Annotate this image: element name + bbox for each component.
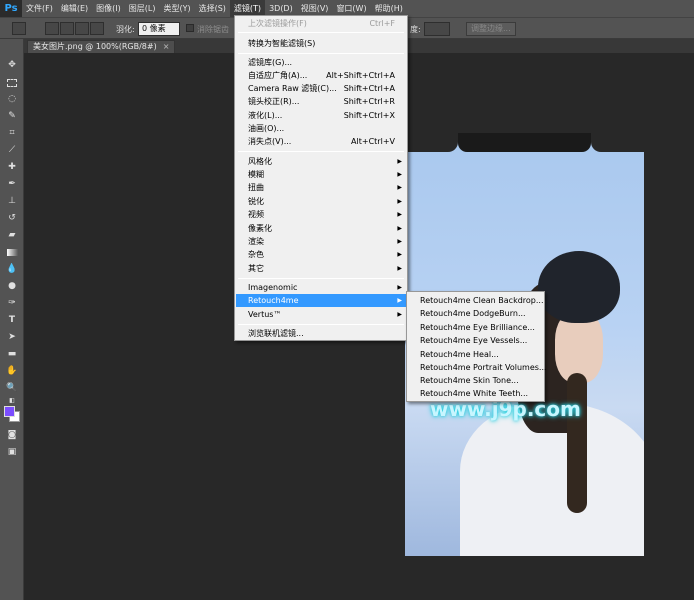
submenu-arrow-icon: ▶ <box>397 297 402 304</box>
brush-tool-icon[interactable]: ✒ <box>5 178 19 191</box>
submenu-arrow-icon: ▶ <box>397 171 402 178</box>
menu-item-distort[interactable]: 扭曲 ▶ <box>236 181 406 194</box>
hand-tool-icon[interactable]: ✋ <box>5 365 19 378</box>
submenu-arrow-icon: ▶ <box>397 311 402 318</box>
add-selection-icon[interactable] <box>60 22 74 35</box>
retouch4me-submenu: Retouch4me Clean Backdrop... Retouch4me … <box>406 291 547 402</box>
gradient-tool-icon[interactable] <box>5 246 19 259</box>
submenu-arrow-icon: ▶ <box>397 251 402 258</box>
healing-brush-tool-icon[interactable]: ✚ <box>5 161 19 174</box>
submenu-item-portrait-volumes[interactable]: Retouch4me Portrait Volumes... <box>408 361 547 374</box>
menu-file[interactable]: 文件(F) <box>22 0 57 17</box>
menu-select[interactable]: 选择(S) <box>195 0 230 17</box>
document-tab-title: 美女图片.png @ 100%(RGB/8#) <box>33 42 157 51</box>
image-braid <box>567 373 587 513</box>
menu-separator <box>238 324 404 325</box>
marquee-preset-icon[interactable] <box>12 22 26 35</box>
path-select-tool-icon[interactable]: ➤ <box>5 331 19 344</box>
rectangle-tool-icon[interactable]: ▬ <box>5 348 19 361</box>
menu-item-blur[interactable]: 模糊 ▶ <box>236 168 406 181</box>
menu-separator <box>238 32 404 33</box>
crop-tool-icon[interactable]: ⌗ <box>5 127 19 140</box>
phone-corner-left <box>405 133 458 152</box>
menu-item-retouch4me[interactable]: Retouch4me ▶ <box>236 294 406 307</box>
filter-menu-dropdown: 上次滤镜操作(F) Ctrl+F 转换为智能滤镜(S) 滤镜库(G)... 自适应… <box>234 15 408 341</box>
menu-item-sharpen[interactable]: 锐化 ▶ <box>236 195 406 208</box>
document-tab[interactable]: 美女图片.png @ 100%(RGB/8#) × <box>27 40 176 53</box>
photoshop-logo: Ps <box>0 0 22 17</box>
clone-stamp-tool-icon[interactable]: ⊥ <box>5 195 19 208</box>
submenu-item-heal[interactable]: Retouch4me Heal... <box>408 348 543 361</box>
menu-type[interactable]: 类型(Y) <box>159 0 194 17</box>
phone-notch <box>458 133 591 152</box>
image-hat <box>538 251 620 323</box>
submenu-item-white-teeth[interactable]: Retouch4me White Teeth... <box>408 387 543 400</box>
submenu-item-clean-backdrop[interactable]: Retouch4me Clean Backdrop... <box>408 294 544 307</box>
quick-select-tool-icon[interactable]: ✎ <box>5 110 19 123</box>
menu-item-oil-paint[interactable]: 油画(O)... <box>236 122 406 135</box>
dodge-tool-icon[interactable]: ● <box>5 280 19 293</box>
menu-separator <box>238 151 404 152</box>
blur-tool-icon[interactable]: 💧 <box>5 263 19 276</box>
antialias-label: 消除锯齿 <box>197 25 229 34</box>
type-tool-icon[interactable]: T <box>5 314 19 327</box>
height-input[interactable] <box>424 22 450 36</box>
feather-label: 羽化: <box>116 25 135 34</box>
eyedropper-tool-icon[interactable]: ⟋ <box>5 144 19 157</box>
menu-separator <box>238 53 404 54</box>
height-label: 度: <box>410 25 421 34</box>
pen-tool-icon[interactable]: ✑ <box>5 297 19 310</box>
antialias-checkbox[interactable] <box>186 24 194 32</box>
menu-item-lens-correction[interactable]: 镜头校正(R)... Shift+Ctrl+R <box>236 95 406 108</box>
menu-item-vertus[interactable]: Vertus™ ▶ <box>236 308 406 321</box>
subtract-selection-icon[interactable] <box>75 22 89 35</box>
eraser-tool-icon[interactable]: ▰ <box>5 229 19 242</box>
menu-item-vanishing-point[interactable]: 消失点(V)... Alt+Ctrl+V <box>236 135 406 148</box>
submenu-arrow-icon: ▶ <box>397 198 402 205</box>
menu-edit[interactable]: 编辑(E) <box>57 0 92 17</box>
submenu-arrow-icon: ▶ <box>397 158 402 165</box>
marquee-tool-icon[interactable] <box>5 76 19 89</box>
intersect-selection-icon[interactable] <box>90 22 104 35</box>
submenu-arrow-icon: ▶ <box>397 265 402 272</box>
menu-image[interactable]: 图像(I) <box>92 0 125 17</box>
submenu-item-eye-brilliance[interactable]: Retouch4me Eye Brilliance... <box>408 321 543 334</box>
toolbox: ✥ ◌ ✎ ⌗ ⟋ ✚ ✒ ⊥ ↺ ▰ 💧 ● ✑ T ➤ ▬ ✋ 🔍 ◧ ◙ … <box>0 39 24 600</box>
submenu-arrow-icon: ▶ <box>397 225 402 232</box>
phone-corner-right <box>591 133 644 152</box>
lasso-tool-icon[interactable]: ◌ <box>5 93 19 106</box>
menu-item-other[interactable]: 其它 ▶ <box>236 262 406 275</box>
menu-item-camera-raw[interactable]: Camera Raw 滤镜(C)... Shift+Ctrl+A <box>236 82 406 95</box>
screen-mode-icon[interactable]: ▣ <box>5 446 19 459</box>
menu-item-pixelate[interactable]: 像素化 ▶ <box>236 222 406 235</box>
refine-edge-button[interactable]: 调整边缘... <box>466 22 516 36</box>
menu-layer[interactable]: 图层(L) <box>125 0 160 17</box>
submenu-item-dodgeburn[interactable]: Retouch4me DodgeBurn... <box>408 307 543 320</box>
history-brush-tool-icon[interactable]: ↺ <box>5 212 19 225</box>
menu-item-noise[interactable]: 杂色 ▶ <box>236 248 406 261</box>
menu-item-video[interactable]: 视频 ▶ <box>236 208 406 221</box>
submenu-arrow-icon: ▶ <box>397 211 402 218</box>
submenu-item-eye-vessels[interactable]: Retouch4me Eye Vessels... <box>408 334 543 347</box>
feather-input[interactable]: 0 像素 <box>138 22 180 36</box>
quick-mask-icon[interactable]: ◙ <box>5 429 19 442</box>
menu-item-imagenomic[interactable]: Imagenomic ▶ <box>236 281 406 294</box>
menu-item-stylize[interactable]: 风格化 ▶ <box>236 155 406 168</box>
menu-item-convert-smart-filter[interactable]: 转换为智能滤镜(S) <box>236 37 406 50</box>
submenu-item-skin-tone[interactable]: Retouch4me Skin Tone... <box>408 374 543 387</box>
menu-item-liquify[interactable]: 液化(L)... Shift+Ctrl+X <box>236 109 406 122</box>
submenu-arrow-icon: ▶ <box>397 184 402 191</box>
menu-item-browse-filters-online[interactable]: 浏览联机滤镜... <box>236 327 406 340</box>
submenu-arrow-icon: ▶ <box>397 238 402 245</box>
move-tool-icon[interactable]: ✥ <box>5 59 19 72</box>
submenu-arrow-icon: ▶ <box>397 284 402 291</box>
menu-item-render[interactable]: 渲染 ▶ <box>236 235 406 248</box>
menu-separator <box>238 278 404 279</box>
menu-item-filter-gallery[interactable]: 滤镜库(G)... <box>236 56 406 69</box>
menu-item-last-filter: 上次滤镜操作(F) Ctrl+F <box>248 19 395 28</box>
new-selection-icon[interactable] <box>45 22 59 35</box>
menu-item-adaptive-wide-angle[interactable]: 自适应广角(A)... Alt+Shift+Ctrl+A <box>236 69 406 82</box>
foreground-color-swatch[interactable] <box>4 406 15 417</box>
close-icon[interactable]: × <box>163 42 170 51</box>
